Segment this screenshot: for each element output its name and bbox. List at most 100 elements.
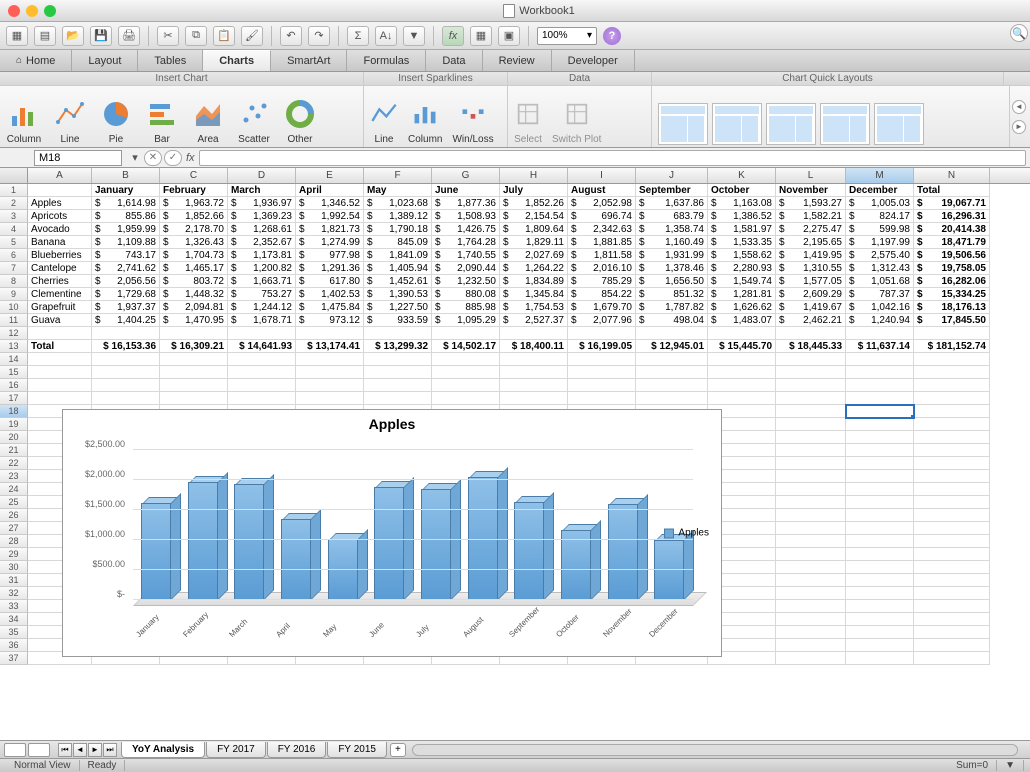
header-cell[interactable]: October xyxy=(708,184,776,197)
data-cell[interactable]: $1,936.97 xyxy=(228,197,296,210)
chart-type-scatter[interactable]: Scatter xyxy=(236,96,272,145)
row-label[interactable]: Cantelope xyxy=(28,262,92,275)
data-cell[interactable]: $1,378.46 xyxy=(636,262,708,275)
empty-cell[interactable] xyxy=(228,379,296,392)
data-cell[interactable]: $803.72 xyxy=(160,275,228,288)
data-cell[interactable]: $885.98 xyxy=(432,301,500,314)
empty-cell[interactable] xyxy=(776,405,846,418)
row-header-24[interactable]: 24 xyxy=(0,483,28,496)
data-cell[interactable]: $1,405.94 xyxy=(364,262,432,275)
data-cell[interactable]: $753.27 xyxy=(228,288,296,301)
row-total[interactable]: $15,334.25 xyxy=(914,288,990,301)
data-cell[interactable]: $2,352.67 xyxy=(228,236,296,249)
row-total[interactable]: $19,506.56 xyxy=(914,249,990,262)
empty-cell[interactable] xyxy=(914,457,990,470)
data-cell[interactable]: $1,173.81 xyxy=(228,249,296,262)
empty-cell[interactable] xyxy=(160,353,228,366)
empty-cell[interactable] xyxy=(776,626,846,639)
data-cell[interactable]: $1,244.12 xyxy=(228,301,296,314)
empty-cell[interactable] xyxy=(846,379,914,392)
empty-cell[interactable] xyxy=(432,327,500,340)
row-header-35[interactable]: 35 xyxy=(0,626,28,639)
autosum-button[interactable]: Σ xyxy=(347,26,369,46)
ribbon-tab-home[interactable]: ⌂Home xyxy=(0,50,72,71)
empty-cell[interactable] xyxy=(364,392,432,405)
empty-cell[interactable] xyxy=(500,353,568,366)
data-cell[interactable]: $1,051.68 xyxy=(846,275,914,288)
empty-cell[interactable] xyxy=(846,431,914,444)
data-cell[interactable]: $2,342.63 xyxy=(568,223,636,236)
ribbon-tab-layout[interactable]: Layout xyxy=(72,50,138,71)
horizontal-scrollbar[interactable] xyxy=(412,744,1018,756)
minimize-window-button[interactable] xyxy=(26,5,38,17)
data-cell[interactable]: $1,663.71 xyxy=(228,275,296,288)
empty-cell[interactable] xyxy=(776,431,846,444)
empty-cell[interactable] xyxy=(846,327,914,340)
ribbon-tab-smartart[interactable]: SmartArt xyxy=(271,50,347,71)
data-cell[interactable]: $1,937.37 xyxy=(92,301,160,314)
empty-cell[interactable] xyxy=(914,561,990,574)
data-cell[interactable]: $1,419.67 xyxy=(776,301,846,314)
row-header-34[interactable]: 34 xyxy=(0,613,28,626)
data-cell[interactable]: $1,346.52 xyxy=(296,197,364,210)
row-total[interactable]: $18,176.13 xyxy=(914,301,990,314)
empty-cell[interactable] xyxy=(228,353,296,366)
empty-cell[interactable] xyxy=(296,392,364,405)
empty-cell[interactable] xyxy=(776,535,846,548)
data-cell[interactable]: $2,741.62 xyxy=(92,262,160,275)
empty-cell[interactable] xyxy=(846,600,914,613)
data-cell[interactable]: $1,881.85 xyxy=(568,236,636,249)
data-cell[interactable]: $1,448.32 xyxy=(160,288,228,301)
row-total[interactable]: $19,067.71 xyxy=(914,197,990,210)
row-header-32[interactable]: 32 xyxy=(0,587,28,600)
empty-cell[interactable] xyxy=(708,327,776,340)
normal-view-button[interactable] xyxy=(4,743,26,757)
data-cell[interactable]: $1,581.97 xyxy=(708,223,776,236)
empty-cell[interactable] xyxy=(776,457,846,470)
data-cell[interactable]: $1,754.53 xyxy=(500,301,568,314)
row-header-16[interactable]: 16 xyxy=(0,379,28,392)
row-header-13[interactable]: 13 xyxy=(0,340,28,353)
empty-cell[interactable] xyxy=(914,353,990,366)
empty-cell[interactable] xyxy=(92,366,160,379)
row-header-11[interactable]: 11 xyxy=(0,314,28,327)
data-cell[interactable]: $1,821.73 xyxy=(296,223,364,236)
empty-cell[interactable] xyxy=(776,327,846,340)
data-cell[interactable]: $2,178.70 xyxy=(160,223,228,236)
sheet-tab-fy-2016[interactable]: FY 2016 xyxy=(267,742,327,758)
empty-cell[interactable] xyxy=(914,639,990,652)
data-cell[interactable]: $854.22 xyxy=(568,288,636,301)
empty-cell[interactable] xyxy=(914,431,990,444)
data-cell[interactable]: $1,197.99 xyxy=(846,236,914,249)
data-cell[interactable]: $1,764.28 xyxy=(432,236,500,249)
data-cell[interactable]: $1,240.94 xyxy=(846,314,914,327)
data-cell[interactable]: $973.12 xyxy=(296,314,364,327)
data-cell[interactable]: $1,852.26 xyxy=(500,197,568,210)
empty-cell[interactable] xyxy=(92,327,160,340)
empty-cell[interactable] xyxy=(568,366,636,379)
empty-cell[interactable] xyxy=(776,379,846,392)
row-header-21[interactable]: 21 xyxy=(0,444,28,457)
empty-cell[interactable] xyxy=(914,548,990,561)
data-cell[interactable]: $1,841.09 xyxy=(364,249,432,262)
row-header-17[interactable]: 17 xyxy=(0,392,28,405)
empty-cell[interactable] xyxy=(914,613,990,626)
chart-bar[interactable] xyxy=(374,487,404,600)
data-cell[interactable]: $2,609.29 xyxy=(776,288,846,301)
data-cell[interactable]: $1,386.52 xyxy=(708,210,776,223)
templates-button[interactable]: ▤ xyxy=(34,26,56,46)
empty-cell[interactable] xyxy=(92,392,160,405)
chart-bar[interactable] xyxy=(514,502,544,600)
row-label[interactable]: Apples xyxy=(28,197,92,210)
data-cell[interactable]: $599.98 xyxy=(846,223,914,236)
grand-total[interactable]: $ 181,152.74 xyxy=(914,340,990,353)
empty-cell[interactable] xyxy=(914,483,990,496)
data-cell[interactable]: $1,483.07 xyxy=(708,314,776,327)
row-header-4[interactable]: 4 xyxy=(0,223,28,236)
chart-bar[interactable] xyxy=(561,530,591,600)
data-cell[interactable]: $1,310.55 xyxy=(776,262,846,275)
header-cell[interactable] xyxy=(28,184,92,197)
column-total[interactable]: $ 14,641.93 xyxy=(228,340,296,353)
data-cell[interactable]: $1,963.72 xyxy=(160,197,228,210)
data-cell[interactable]: $787.37 xyxy=(846,288,914,301)
